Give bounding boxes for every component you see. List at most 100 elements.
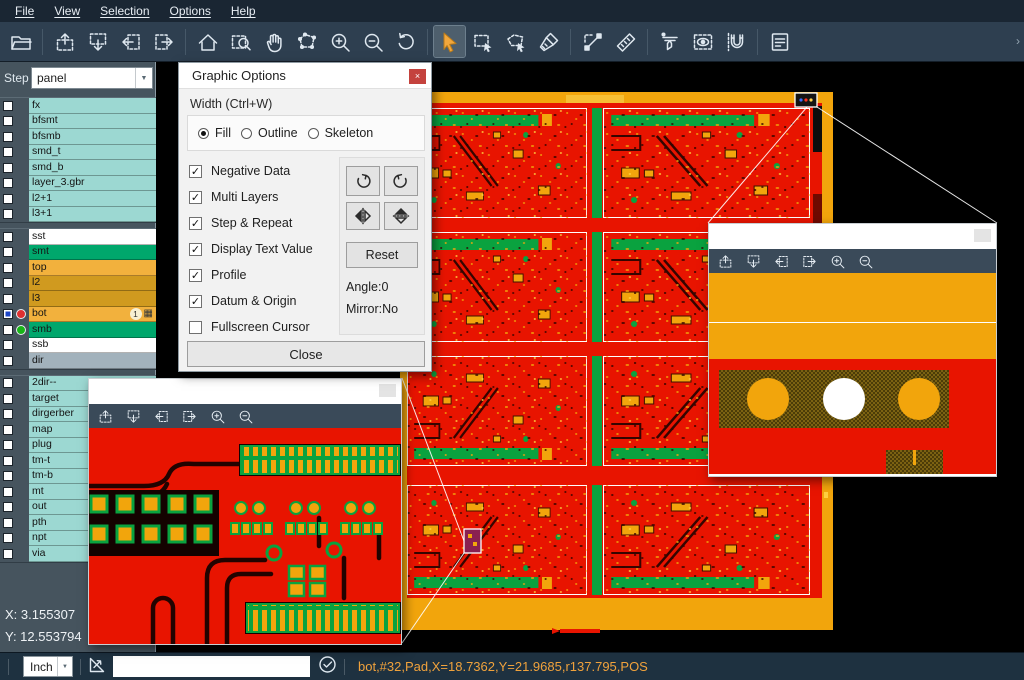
layer-checkbox[interactable]: [3, 263, 13, 273]
radio-icon[interactable]: [198, 128, 209, 139]
pan-up-button[interactable]: [49, 26, 80, 57]
mirror-horizontal-button[interactable]: [346, 202, 380, 230]
layer-row-smb[interactable]: smb: [0, 322, 156, 338]
zoom-out-button[interactable]: [854, 251, 876, 271]
magnifier-window-left[interactable]: [88, 378, 402, 645]
command-input[interactable]: [113, 656, 310, 677]
layer-checkbox[interactable]: [3, 132, 13, 142]
layer-checkbox[interactable]: [3, 232, 13, 242]
layer-row-bot[interactable]: bot1▦: [0, 307, 156, 323]
pan-left-button[interactable]: [115, 26, 146, 57]
layer-name-cell[interactable]: top: [29, 260, 156, 276]
layer-checkbox[interactable]: [3, 163, 13, 173]
menu-file[interactable]: File: [6, 2, 43, 20]
layer-name-cell[interactable]: dir: [29, 353, 156, 369]
checkbox-icon[interactable]: ✓: [189, 295, 202, 308]
pan-down-button[interactable]: [122, 406, 144, 426]
magnifier-view-right[interactable]: [709, 273, 996, 474]
layer-checkbox[interactable]: [3, 440, 13, 450]
layer-checkbox[interactable]: [3, 487, 13, 497]
zoom-in-button[interactable]: [206, 406, 228, 426]
layer-checkbox[interactable]: [3, 194, 13, 204]
layer-checkbox[interactable]: [3, 378, 13, 388]
measure-ruler-button[interactable]: [610, 26, 641, 57]
zoom-in-button[interactable]: [324, 26, 355, 57]
layer-checkbox[interactable]: [3, 278, 13, 288]
layer-checkbox[interactable]: [3, 502, 13, 512]
reset-button[interactable]: Reset: [346, 242, 418, 268]
magnifier-view-left[interactable]: [89, 428, 401, 644]
angle-corner-icon[interactable]: [88, 655, 107, 679]
layer-checkbox[interactable]: [3, 247, 13, 257]
layer-row-smd_b[interactable]: smd_b: [0, 160, 156, 176]
menu-help[interactable]: Help: [222, 2, 265, 20]
toolbar-overflow-chevron[interactable]: ›: [1016, 34, 1020, 48]
layer-checkbox[interactable]: [3, 340, 13, 350]
report-button[interactable]: [764, 26, 795, 57]
layer-row-layer_3.gbr[interactable]: layer_3.gbr: [0, 176, 156, 192]
pan-down-button[interactable]: [82, 26, 113, 57]
select-polygon-button[interactable]: [500, 26, 531, 57]
layer-checkbox[interactable]: [3, 356, 13, 366]
magnifier-title-bar[interactable]: [89, 379, 401, 404]
layer-name-cell[interactable]: smb: [29, 322, 156, 338]
measure-distance-button[interactable]: [577, 26, 608, 57]
unit-select[interactable]: Inch ▼: [23, 656, 73, 677]
checkbox-profile[interactable]: ✓Profile: [189, 262, 339, 288]
radio-fill[interactable]: Fill: [198, 126, 231, 140]
zoom-previous-button[interactable]: [390, 26, 421, 57]
dialog-title-bar[interactable]: Graphic Options ×: [179, 63, 431, 89]
layer-row-sst[interactable]: sst: [0, 229, 156, 245]
layer-checkbox[interactable]: [3, 456, 13, 466]
checkbox-icon[interactable]: [189, 321, 202, 334]
layer-checkbox[interactable]: [3, 101, 13, 111]
window-button[interactable]: [379, 384, 396, 397]
layer-checkbox[interactable]: [3, 394, 13, 404]
snap-magnet-button[interactable]: [720, 26, 751, 57]
select-rectangle-button[interactable]: [467, 26, 498, 57]
home-view-button[interactable]: [192, 26, 223, 57]
layer-name-cell[interactable]: l2+1: [29, 191, 156, 207]
layer-name-cell[interactable]: smt: [29, 245, 156, 261]
layer-name-cell[interactable]: fx: [29, 98, 156, 114]
radio-icon[interactable]: [308, 128, 319, 139]
pan-down-button[interactable]: [742, 251, 764, 271]
layer-row-ssb[interactable]: ssb: [0, 338, 156, 354]
checkbox-fullscreen-cursor[interactable]: Fullscreen Cursor: [189, 314, 339, 340]
pan-up-button[interactable]: [714, 251, 736, 271]
layer-row-bfsmb[interactable]: bfsmb: [0, 129, 156, 145]
checkbox-icon[interactable]: ✓: [189, 165, 202, 178]
layer-row-smd_t[interactable]: smd_t: [0, 145, 156, 161]
layer-name-cell[interactable]: smd_t: [29, 145, 156, 161]
menu-view[interactable]: View: [45, 2, 89, 20]
radio-icon[interactable]: [241, 128, 252, 139]
layer-row-top[interactable]: top: [0, 260, 156, 276]
layer-name-cell[interactable]: bfsmt: [29, 114, 156, 130]
clean-brush-button[interactable]: [533, 26, 564, 57]
zoom-out-button[interactable]: [234, 406, 256, 426]
layer-name-cell[interactable]: l3: [29, 291, 156, 307]
magnifier-title-bar[interactable]: [709, 224, 996, 249]
rotate-cw-button[interactable]: [346, 166, 380, 196]
rotate-ccw-button[interactable]: [384, 166, 418, 196]
checkbox-icon[interactable]: ✓: [189, 243, 202, 256]
checkbox-step-repeat[interactable]: ✓Step & Repeat: [189, 210, 339, 236]
layer-checkbox[interactable]: [3, 325, 13, 335]
layer-name-cell[interactable]: sst: [29, 229, 156, 245]
pan-left-button[interactable]: [770, 251, 792, 271]
checkbox-negative-data[interactable]: ✓Negative Data: [189, 158, 339, 184]
dialog-close-button[interactable]: Close: [187, 341, 425, 367]
move-view-button[interactable]: [291, 26, 322, 57]
zoom-out-button[interactable]: [357, 26, 388, 57]
mirror-vertical-button[interactable]: [384, 202, 418, 230]
layer-row-l3[interactable]: l3: [0, 291, 156, 307]
radio-outline[interactable]: Outline: [241, 126, 298, 140]
checkbox-icon[interactable]: ✓: [189, 217, 202, 230]
menu-options[interactable]: Options: [161, 2, 220, 20]
layer-name-cell[interactable]: l2: [29, 276, 156, 292]
layer-checkbox[interactable]: [3, 116, 13, 126]
layer-name-cell[interactable]: l3+1: [29, 207, 156, 223]
pan-up-button[interactable]: [94, 406, 116, 426]
view-options-button[interactable]: [687, 26, 718, 57]
radio-skeleton[interactable]: Skeleton: [308, 126, 374, 140]
